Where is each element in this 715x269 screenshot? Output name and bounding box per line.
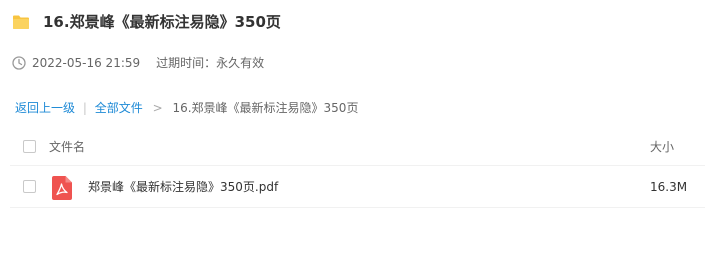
clock-icon bbox=[12, 55, 26, 70]
page-title: 16.郑景峰《最新标注易隐》350页 bbox=[43, 13, 281, 31]
breadcrumb-current: 16.郑景峰《最新标注易隐》350页 bbox=[172, 101, 359, 115]
share-meta: 2022-05-16 21:59 过期时间：永久有效 bbox=[12, 54, 264, 71]
all-files-link[interactable]: 全部文件 bbox=[95, 101, 143, 115]
back-link[interactable]: 返回上一级 bbox=[15, 101, 75, 115]
page-header: 16.郑景峰《最新标注易隐》350页 bbox=[12, 11, 281, 32]
breadcrumb-arrow: > bbox=[152, 101, 163, 115]
select-all-checkbox[interactable] bbox=[23, 139, 36, 153]
column-header-size[interactable]: 大小 bbox=[650, 138, 674, 155]
row-checkbox[interactable] bbox=[23, 180, 36, 193]
expire-text: 过期时间：永久有效 bbox=[156, 56, 265, 70]
table-header: 文件名 大小 bbox=[10, 127, 705, 166]
breadcrumb-separator: | bbox=[82, 101, 87, 115]
pdf-icon bbox=[52, 176, 72, 200]
breadcrumb: 返回上一级 | 全部文件 > 16.郑景峰《最新标注易隐》350页 bbox=[15, 99, 358, 116]
table-row[interactable]: 郑景峰《最新标注易隐》350页.pdf 16.3M bbox=[10, 166, 705, 208]
column-header-name[interactable]: 文件名 bbox=[49, 138, 85, 155]
folder-icon bbox=[13, 15, 29, 29]
file-name[interactable]: 郑景峰《最新标注易隐》350页.pdf bbox=[88, 178, 278, 195]
share-page: 16.郑景峰《最新标注易隐》350页 2022-05-16 21:59 过期时间… bbox=[0, 0, 715, 269]
share-timestamp: 2022-05-16 21:59 bbox=[32, 55, 141, 70]
file-size: 16.3M bbox=[650, 179, 688, 194]
